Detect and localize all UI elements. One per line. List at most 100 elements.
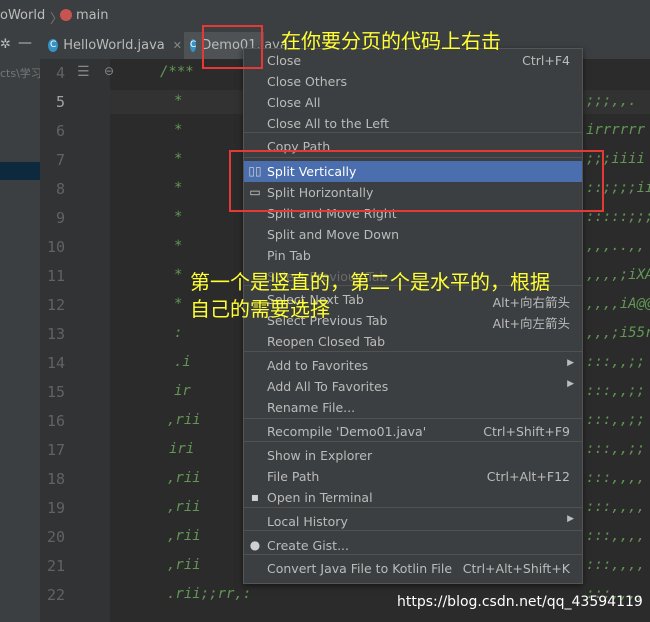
menu-item-file-path[interactable]: File Path Ctrl+Alt+F12 xyxy=(244,466,582,487)
line-number: 13 xyxy=(46,325,65,343)
menu-item-label: Close All xyxy=(267,95,321,110)
menu-item-close-all[interactable]: Close All xyxy=(244,92,582,113)
menu-item-add-to-favorites[interactable]: Add to Favorites ▶ xyxy=(244,355,582,376)
code-line: ,rii xyxy=(167,499,201,515)
menu-item-label: Local History xyxy=(267,514,348,529)
line-number: 5 xyxy=(55,93,65,111)
code-line: * xyxy=(174,267,183,283)
submenu-arrow-icon: ▶ xyxy=(567,379,574,389)
code-line-tail: :::,,,, xyxy=(586,499,646,515)
line-number: 21 xyxy=(46,557,65,575)
menu-item-label: Close All to the Left xyxy=(267,116,390,131)
line-number: 19 xyxy=(46,499,65,517)
tab-label: HelloWorld.java xyxy=(63,38,165,53)
code-line: * xyxy=(174,151,183,167)
code-line: iri xyxy=(169,441,195,457)
line-number: 17 xyxy=(46,441,65,459)
breadcrumb-project[interactable]: oWorld xyxy=(0,8,45,23)
code-line-tail: ;;;,,. xyxy=(586,93,646,109)
menu-item-create-gist[interactable]: ● Create Gist... xyxy=(244,535,582,556)
menu-separator xyxy=(244,418,582,419)
project-tree-selection[interactable] xyxy=(0,162,40,180)
project-path-label: cts\学习 xyxy=(0,67,42,80)
menu-item-reopen-closed-tab[interactable]: Reopen Closed Tab xyxy=(244,331,582,352)
gear-icon[interactable]: ✲ xyxy=(0,37,11,52)
code-line-tail: irrrrrr xyxy=(586,122,646,138)
code-line-tail: :::,,;; xyxy=(586,441,646,457)
code-line-tail: :::,,,, xyxy=(586,557,646,573)
code-line: .rii;;rr,: xyxy=(167,586,252,602)
structure-icon: ☰ xyxy=(77,64,90,80)
menu-item-close-all-left[interactable]: Close All to the Left xyxy=(244,113,582,134)
project-panel: cts\学习 xyxy=(0,59,42,622)
menu-item-convert-to-kotlin[interactable]: Convert Java File to Kotlin File Ctrl+Alt… xyxy=(244,558,582,579)
menu-separator xyxy=(244,351,582,352)
menu-item-rename-file[interactable]: Rename File... xyxy=(244,397,582,418)
code-line: ,rii xyxy=(167,412,201,428)
menu-item-split-move-down[interactable]: Split and Move Down xyxy=(244,224,582,245)
annotation-right-click: 在你要分页的代码上右击 xyxy=(281,29,501,53)
watermark: https://blog.csdn.net/qq_43594119 xyxy=(397,594,643,610)
highlight-tab-box xyxy=(202,25,263,69)
line-number: 15 xyxy=(46,383,65,401)
line-number: 4 xyxy=(55,64,65,82)
menu-item-local-history[interactable]: Local History ▶ xyxy=(244,511,582,532)
menu-item-add-all-to-favorites[interactable]: Add All To Favorites ▶ xyxy=(244,376,582,397)
menu-item-recompile[interactable]: Recompile 'Demo01.java' Ctrl+Shift+F9 xyxy=(244,421,582,442)
close-icon[interactable]: ✕ xyxy=(173,39,182,52)
annotation-split-line2: 自己的需要选择 xyxy=(190,297,330,321)
menu-item-close-others[interactable]: Close Others xyxy=(244,71,582,92)
code-line-tail: :::,,;; xyxy=(586,354,646,370)
line-number: 9 xyxy=(55,209,65,227)
menu-item-shortcut: Ctrl+Alt+Shift+K xyxy=(462,561,570,576)
line-number: 8 xyxy=(55,180,65,198)
code-line: ,rii xyxy=(167,528,201,544)
menu-item-label: Open in Terminal xyxy=(267,490,373,505)
minimize-icon[interactable]: — xyxy=(18,35,32,51)
line-number: 18 xyxy=(46,470,65,488)
line-number: 20 xyxy=(46,528,65,546)
menu-item-open-in-terminal[interactable]: ▪ Open in Terminal xyxy=(244,487,582,508)
menu-separator xyxy=(244,441,582,442)
code-line: ir xyxy=(174,383,191,399)
code-line: * xyxy=(174,238,183,254)
line-number: 14 xyxy=(46,354,65,372)
code-line: .i xyxy=(174,354,191,370)
menu-item-label: Add to Favorites xyxy=(267,358,369,373)
module-icon xyxy=(60,9,72,21)
line-number: 11 xyxy=(46,267,65,285)
fold-icon[interactable]: ⊖ xyxy=(104,64,114,78)
line-number: 16 xyxy=(46,412,65,430)
menu-item-shortcut: Ctrl+F4 xyxy=(522,53,570,68)
github-icon: ● xyxy=(249,538,261,552)
menu-item-label: Split and Move Down xyxy=(267,227,400,242)
annotation-split-line1: 第一个是竖直的，第二个是水平的，根据 xyxy=(190,270,550,294)
menu-item-shortcut: Ctrl+Shift+F9 xyxy=(483,424,570,439)
code-line: * xyxy=(174,122,183,138)
code-line-tail: :::,,;; xyxy=(586,412,646,428)
code-line: * xyxy=(174,93,183,109)
line-number: 22 xyxy=(46,586,65,604)
menu-item-label: Create Gist... xyxy=(267,538,350,553)
menu-item-label: Pin Tab xyxy=(267,248,311,263)
menu-item-label: Add All To Favorites xyxy=(267,379,389,394)
java-class-icon: C xyxy=(48,39,59,52)
code-line: /*** xyxy=(160,64,194,80)
menu-item-label: Close Others xyxy=(267,74,348,89)
menu-separator xyxy=(244,132,582,133)
code-line: : xyxy=(174,325,183,341)
line-number: 7 xyxy=(55,151,65,169)
menu-item-show-in-explorer[interactable]: Show in Explorer xyxy=(244,445,582,466)
tab-helloworld[interactable]: C HelloWorld.java ✕ xyxy=(42,32,182,59)
menu-item-pin-tab[interactable]: Pin Tab xyxy=(244,245,582,266)
code-line-tail: ,,,,iA@@ xyxy=(586,296,650,312)
menu-item-label: Rename File... xyxy=(267,400,356,415)
menu-item-label: Recompile 'Demo01.java' xyxy=(267,424,427,439)
code-line: * xyxy=(174,180,183,196)
line-number: 12 xyxy=(46,296,65,314)
breadcrumb-module[interactable]: main xyxy=(76,8,108,23)
highlight-split-box xyxy=(229,150,604,212)
line-number: 6 xyxy=(55,122,65,140)
menu-item-label: Show in Explorer xyxy=(267,448,373,463)
menu-item-label: Reopen Closed Tab xyxy=(267,334,386,349)
